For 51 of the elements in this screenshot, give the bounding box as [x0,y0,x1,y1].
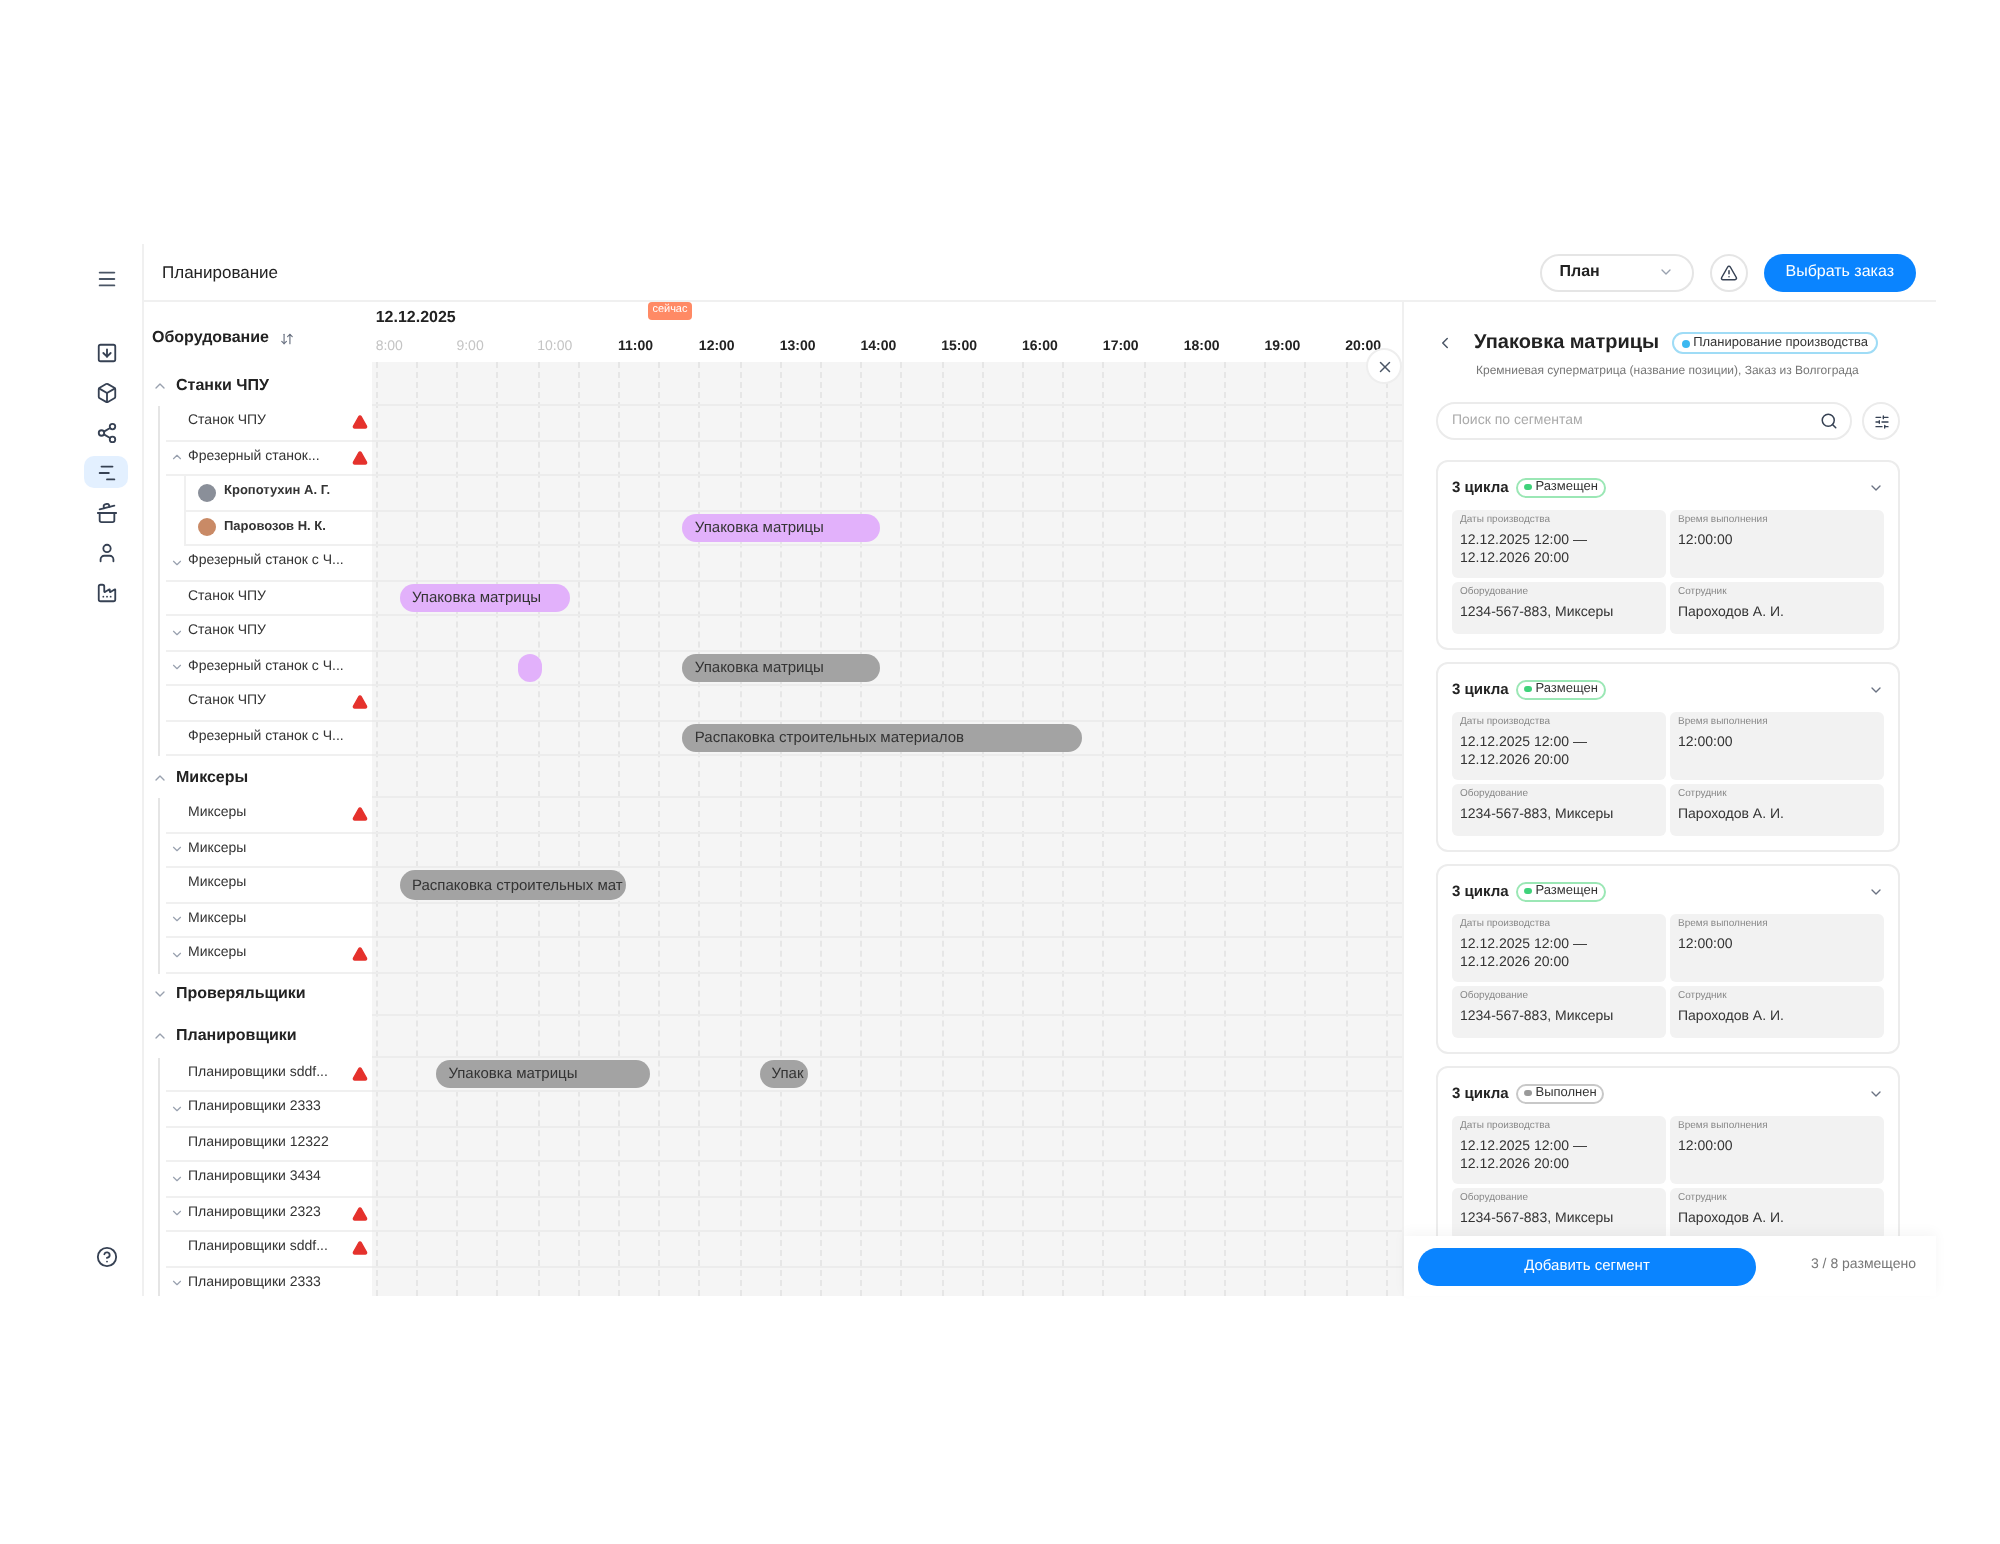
help-icon[interactable] [95,1246,117,1268]
back-icon[interactable] [1436,334,1454,352]
filter-icon [1873,413,1889,429]
group-label: Миксеры [176,765,249,789]
chevron-icon[interactable] [170,625,184,640]
sort-icon[interactable] [279,331,294,345]
warning-icon [351,946,368,963]
chevron-icon[interactable] [170,842,184,857]
warning-icon [1719,263,1738,281]
chevron-icon[interactable] [170,947,184,962]
user-icon [95,541,117,563]
import-icon [95,341,117,363]
warning-icon [351,806,368,823]
filter-button[interactable] [1862,402,1900,440]
chevron-icon[interactable] [152,986,168,1002]
warning-icon [351,694,368,711]
date-label: 12.12.2025 [375,306,456,330]
nav-button[interactable] [84,456,128,488]
choose-order-button[interactable]: Выбрать заказ [1763,253,1916,291]
warning-icon [351,449,368,466]
gantt-chart-icon [95,461,117,483]
warning-icon [351,1205,368,1222]
page-title: Планирование [162,259,279,285]
close-icon [1375,357,1393,375]
chevron-icon[interactable] [170,1206,184,1221]
chevron-icon[interactable] [170,450,184,465]
caret-icon [1657,264,1674,280]
warning-icon [351,414,368,431]
group-label: Планировщики [176,1024,297,1048]
chevron-icon[interactable] [170,660,184,675]
chevron-icon[interactable] [152,1028,168,1044]
warnings-button[interactable] [1709,253,1748,291]
search-icon [1820,412,1838,430]
warning-icon [351,1065,368,1082]
close-button[interactable] [1366,348,1402,384]
nodes-icon [95,421,117,443]
warning-icon [351,1240,368,1257]
menu-icon[interactable] [95,268,117,290]
chevron-icon[interactable] [170,912,184,927]
pot-icon [95,501,117,523]
view-select[interactable]: План [1539,253,1694,291]
factory-icon [95,581,117,603]
chevron-icon[interactable] [170,1171,184,1186]
group-label: Станки ЧПУ [176,373,269,397]
chevron-icon[interactable] [170,555,184,570]
cube-icon [95,381,117,403]
group-label: Проверяльщики [176,982,306,1006]
chevron-icon[interactable] [170,1276,184,1291]
equipment-heading: Оборудование [152,326,270,350]
chevron-icon[interactable] [170,1101,184,1116]
panel-title: Упаковка матрицы [1474,330,1660,358]
